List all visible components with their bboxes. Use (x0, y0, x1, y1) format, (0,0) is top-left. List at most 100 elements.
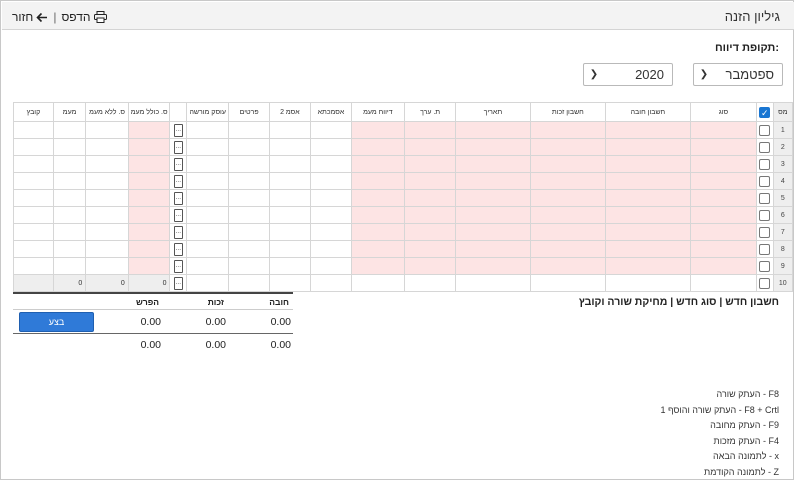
cell-total-with-vat[interactable] (127, 155, 171, 173)
cell-date[interactable] (455, 274, 531, 292)
cell-value-date[interactable] (403, 189, 457, 207)
year-select[interactable]: ❯ 2020 (583, 63, 673, 86)
cell-file[interactable] (13, 206, 54, 224)
cell-dealer[interactable] (185, 257, 230, 275)
cell-vat-report[interactable] (350, 257, 405, 275)
cell-credit-account[interactable] (529, 274, 607, 292)
cell-reference[interactable] (309, 155, 352, 173)
cell-vat-report[interactable] (350, 138, 405, 156)
cell-date[interactable] (455, 172, 531, 190)
cell-type[interactable] (689, 155, 758, 173)
cell-value-date[interactable] (403, 121, 457, 139)
cell-checkbox[interactable] (756, 223, 774, 241)
cell-total-with-vat[interactable] (127, 121, 171, 139)
cell-lookup[interactable]: … (169, 121, 187, 139)
cell-date[interactable] (455, 223, 531, 241)
cell-lookup[interactable]: … (169, 172, 187, 190)
cell-reference[interactable] (309, 240, 352, 258)
cell-file[interactable] (13, 155, 54, 173)
cell-debit-account[interactable] (605, 206, 691, 224)
cell-vat[interactable] (52, 257, 87, 275)
cell-details[interactable] (228, 121, 270, 139)
cell-date[interactable] (455, 240, 531, 258)
cell-details[interactable] (228, 172, 270, 190)
cell-ref2[interactable] (268, 121, 311, 139)
cell-reference[interactable] (309, 257, 352, 275)
cell-total-with-vat[interactable] (127, 172, 171, 190)
cell-details[interactable] (228, 189, 270, 207)
cell-value-date[interactable] (403, 223, 457, 241)
cell-reference[interactable] (309, 121, 352, 139)
cell-total-with-vat[interactable] (127, 223, 171, 241)
cell-lookup[interactable]: … (169, 138, 187, 156)
cell-file[interactable] (13, 223, 54, 241)
cell-checkbox[interactable] (756, 138, 774, 156)
cell-lookup[interactable]: … (169, 206, 187, 224)
cell-vat-report[interactable] (350, 223, 405, 241)
cell-dealer[interactable] (185, 189, 230, 207)
cell-date[interactable] (455, 189, 531, 207)
cell-checkbox[interactable] (756, 155, 774, 173)
cell-credit-account[interactable] (529, 138, 607, 156)
cell-credit-account[interactable] (529, 206, 607, 224)
cell-total-without-vat[interactable] (85, 138, 129, 156)
cell-type[interactable] (689, 206, 758, 224)
cell-value-date[interactable] (403, 240, 457, 258)
month-select[interactable]: ❯ ספטמבר (693, 63, 783, 86)
cell-reference[interactable] (309, 138, 352, 156)
cell-total-with-vat[interactable] (127, 257, 171, 275)
cell-vat[interactable] (52, 240, 87, 258)
cell-total-with-vat[interactable] (127, 240, 171, 258)
cell-ref2[interactable] (268, 274, 311, 292)
cell-ref2[interactable] (268, 155, 311, 173)
cell-credit-account[interactable] (529, 121, 607, 139)
print-button[interactable]: הדפס (61, 10, 107, 24)
cell-debit-account[interactable] (605, 172, 691, 190)
cell-reference[interactable] (309, 223, 352, 241)
cell-checkbox[interactable] (756, 257, 774, 275)
cell-vat[interactable] (52, 189, 87, 207)
cell-details[interactable] (228, 257, 270, 275)
cell-debit-account[interactable] (605, 138, 691, 156)
cell-reference[interactable] (309, 206, 352, 224)
cell-vat-report[interactable] (350, 189, 405, 207)
cell-total-without-vat[interactable] (85, 240, 129, 258)
cell-debit-account[interactable] (605, 223, 691, 241)
cell-ref2[interactable] (268, 138, 311, 156)
cell-value-date[interactable] (403, 172, 457, 190)
cell-reference[interactable] (309, 172, 352, 190)
cell-checkbox[interactable] (756, 121, 774, 139)
cell-value-date[interactable] (403, 138, 457, 156)
cell-lookup[interactable]: … (169, 189, 187, 207)
cell-date[interactable] (455, 155, 531, 173)
cell-debit-account[interactable] (605, 240, 691, 258)
new-type-link[interactable]: סוג חדש (676, 296, 716, 308)
cell-debit-account[interactable] (605, 274, 691, 292)
cell-file[interactable] (13, 189, 54, 207)
cell-details[interactable] (228, 138, 270, 156)
cell-file[interactable] (13, 138, 54, 156)
cell-debit-account[interactable] (605, 189, 691, 207)
cell-date[interactable] (455, 138, 531, 156)
select-all-checkbox[interactable]: ✓ (756, 102, 774, 122)
cell-dealer[interactable] (185, 155, 230, 173)
cell-file[interactable] (13, 240, 54, 258)
cell-file[interactable] (13, 172, 54, 190)
cell-vat[interactable] (52, 138, 87, 156)
cell-credit-account[interactable] (529, 172, 607, 190)
cell-credit-account[interactable] (529, 223, 607, 241)
cell-vat-report[interactable] (350, 240, 405, 258)
cell-dealer[interactable] (185, 240, 230, 258)
cell-lookup[interactable]: … (169, 223, 187, 241)
cell-type[interactable] (689, 138, 758, 156)
cell-checkbox[interactable] (756, 206, 774, 224)
delete-row-file-link[interactable]: מחיקת שורה וקובץ (579, 296, 668, 308)
cell-vat-report[interactable] (350, 206, 405, 224)
cell-lookup[interactable]: … (169, 240, 187, 258)
cell-vat[interactable] (52, 121, 87, 139)
cell-lookup[interactable]: … (169, 155, 187, 173)
cell-total-without-vat[interactable] (85, 189, 129, 207)
cell-vat-report[interactable] (350, 274, 405, 292)
cell-vat-report[interactable] (350, 121, 405, 139)
cell-vat[interactable] (52, 206, 87, 224)
